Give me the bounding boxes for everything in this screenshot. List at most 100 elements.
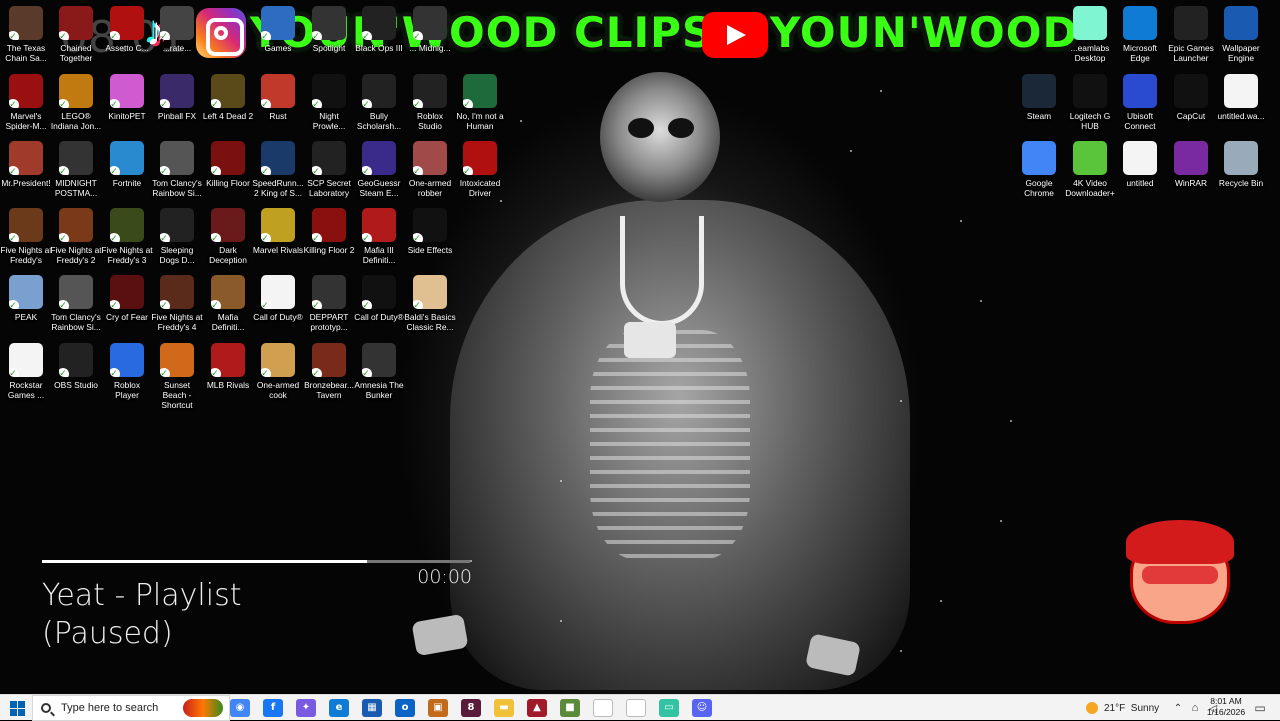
chrome-icon[interactable]: ◉ [230,699,250,717]
desktop-icon[interactable]: Microsoft Edge [1114,4,1166,72]
discord-icon[interactable]: ☺ [692,699,712,717]
outlook-icon[interactable]: o [395,699,415,717]
notepad-icon[interactable] [593,699,613,717]
desktop-icon[interactable]: Steam [1013,72,1065,140]
desktop-icon[interactable]: ✓ Cry of Fear [101,273,153,341]
desktop-icon[interactable]: ...eamlabs Desktop [1064,4,1116,72]
desktop-icon[interactable]: ✓ Sleeping Dogs D... [151,206,203,274]
desktop-icon[interactable]: CapCut [1165,72,1217,140]
desktop-icon[interactable]: ✓ Bully Scholarsh... [353,72,405,140]
desktop-icon[interactable]: ✓ Roblox Studio [404,72,456,140]
desktop-icon[interactable]: ✓ Chained Together [50,4,102,72]
desktop-icon[interactable]: ✓ ...rate... [151,4,203,72]
desktop-icon[interactable]: ✓ Assetto C... [101,4,153,72]
one-armed-cook-icon: ✓ [261,343,295,377]
wallpaper-pendant [624,322,676,358]
desktop-icon-label: Intoxicated Driver [459,178,501,198]
desktop-icon[interactable]: ✓ Tom Clancy's Rainbow Si... [151,139,203,207]
desktop-icon[interactable]: ✓ OBS Studio [50,341,102,409]
streamlabs-icon[interactable]: ▭ [659,699,679,717]
desktop-icon[interactable]: ✓ Side Effects [404,206,456,274]
desktop-icon[interactable]: ✓ The Texas Chain Sa... [0,4,52,72]
desktop-icon[interactable]: ✓ Dark Deception [202,206,254,274]
sync-check-icon: ✓ [362,166,372,175]
desktop-icon[interactable]: Ubisoft Connect [1114,72,1166,140]
game-icon[interactable]: ▲ [527,699,547,717]
desktop-icon[interactable]: Recycle Bin [1215,139,1267,207]
desktop-icon[interactable]: ✓ Amnesia The Bunker [353,341,405,409]
start-button[interactable] [8,699,26,717]
desktop-icon[interactable]: ✓ Black Ops III [353,4,405,72]
notification-icon[interactable]: ▭ [1252,699,1268,717]
copilot-icon[interactable]: ✦ [296,699,316,717]
desktop-icon[interactable]: ✓ One-armed cook [252,341,304,409]
desktop-icon[interactable]: ✓ KinitoPET [101,72,153,140]
desktop-icon[interactable]: ✓ Call of Duty® [252,273,304,341]
desktop-icon[interactable]: ✓ Five Nights at Freddy's [0,206,52,274]
desktop-icon[interactable]: ✓ Five Nights at Freddy's 4 [151,273,203,341]
star-dot [900,650,902,652]
desktop-icon[interactable]: ✓ Killing Floor [202,139,254,207]
desktop-icon[interactable]: ✓ DEPPART prototyp... [303,273,355,341]
desktop-icon[interactable]: ✓ Call of Duty® [353,273,405,341]
desktop-icon[interactable]: ✓ Rockstar Games ... [0,341,52,409]
desktop-icon[interactable]: ✓ Bronzebear... Tavern [303,341,355,409]
desktop-icon[interactable]: ✓ Mafia Definiti... [202,273,254,341]
desktop-icon[interactable]: ✓ GeoGuessr Steam E... [353,139,405,207]
desktop-icon[interactable]: ✓ Rust [252,72,304,140]
desktop-icon[interactable]: ✓ Left 4 Dead 2 [202,72,254,140]
desktop-icon[interactable]: ✓ LEGO® Indiana Jon... [50,72,102,140]
desktop-icon[interactable]: ✓ SpeedRunn... 2 King of S... [252,139,304,207]
calculator-icon[interactable]: ▦ [362,699,382,717]
desktop-icon[interactable]: ✓ Games [252,4,304,72]
desktop-icon[interactable]: ✓ Mafia III Definiti... [353,206,405,274]
desktop-icon[interactable]: ✓ PEAK [0,273,52,341]
desktop-icon[interactable]: ✓ Marvel's Spider-M... [0,72,52,140]
desktop-icon[interactable]: ✓ Killing Floor 2 [303,206,355,274]
desktop-icon[interactable]: ✓ No, I'm not a Human [454,72,506,140]
system-clock[interactable]: 8:01 AM 1/16/2026 [1204,696,1248,718]
desktop-icon[interactable]: Epic Games Launcher [1165,4,1217,72]
edge-icon[interactable]: e [329,699,349,717]
desktop-icon[interactable]: WinRAR [1165,139,1217,207]
desktop-icon[interactable]: ✓ One-armed robber [404,139,456,207]
desktop-icon-label: Tom Clancy's Rainbow Si... [152,178,202,198]
game-icon[interactable]: 8 [461,699,481,717]
desktop-icon[interactable]: ✓ Fortnite [101,139,153,207]
desktop-icon[interactable]: ✓ MIDNIGHT POSTMA... [50,139,102,207]
minecraft-icon[interactable]: ■ [560,699,580,717]
desktop-icon[interactable]: ✓ Night Prowle... [303,72,355,140]
desktop-icon[interactable]: ✓ Five Nights at Freddy's 2 [50,206,102,274]
game-icon[interactable]: ▣ [428,699,448,717]
notepad-icon[interactable] [626,699,646,717]
desktop-icon[interactable]: Logitech G HUB [1064,72,1116,140]
desktop-icon[interactable]: ✓ MLB Rivals [202,341,254,409]
search-box[interactable]: Type here to search [32,695,230,721]
desktop-icon[interactable]: Google Chrome [1013,139,1065,207]
desktop-icon[interactable]: ✓ ... Midnig... [404,4,456,72]
file-explorer-icon[interactable]: ▬ [494,699,514,717]
desktop-icon[interactable]: untitled.wa... [1215,72,1267,140]
desktop-icon[interactable]: ✓ Mr.President! [0,139,52,207]
desktop-icon[interactable]: ✓ Tom Clancy's Rainbow Si... [50,273,102,341]
desktop-icon-label: ...eamlabs Desktop [1070,43,1110,63]
mafia-icon: ✓ [211,275,245,309]
desktop-icon[interactable]: ✓ Roblox Player [101,341,153,409]
network-icon[interactable]: ⌂ [1188,699,1202,717]
desktop-icon[interactable]: untitled [1114,139,1166,207]
desktop-icon[interactable]: ✓ Five Nights at Freddy's 3 [101,206,153,274]
desktop-icon[interactable]: ✓ Pinball FX [151,72,203,140]
sync-check-icon: ✓ [312,300,322,309]
desktop-icon[interactable]: ✓ SCP Secret Laboratory [303,139,355,207]
weather-widget[interactable]: 21°F Sunny [1086,699,1166,717]
desktop-icon[interactable]: ✓ Spotlight [303,4,355,72]
star-dot [1000,520,1002,522]
desktop-icon[interactable]: 4K Video Downloader+ [1064,139,1116,207]
chevron-up-icon[interactable]: ⌃ [1172,699,1184,717]
desktop-icon[interactable]: ✓ Baldi's Basics Classic Re... [404,273,456,341]
desktop-icon[interactable]: ✓ Intoxicated Driver [454,139,506,207]
desktop-icon[interactable]: Wallpaper Engine [1215,4,1267,72]
facebook-icon[interactable]: f [263,699,283,717]
desktop-icon[interactable]: ✓ Marvel Rivals [252,206,304,274]
desktop-icon[interactable]: ✓ Sunset Beach - Shortcut [151,341,203,410]
